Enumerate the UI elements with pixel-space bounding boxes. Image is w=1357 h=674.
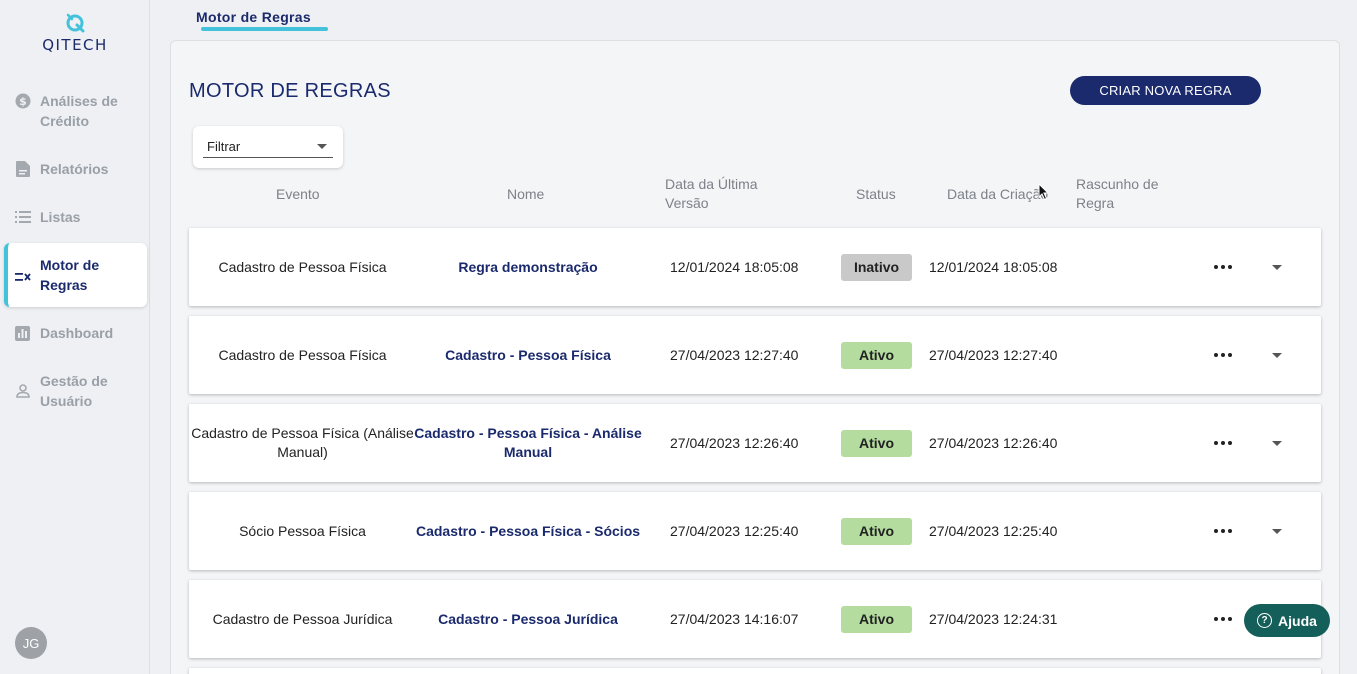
more-options-icon[interactable] [1211, 404, 1235, 482]
status-cell: Ativo [841, 492, 912, 570]
sidebar-item-label: Listas [40, 209, 81, 225]
name-cell[interactable]: Cadastro - Pessoa Jurídica [403, 580, 653, 658]
event-cell: Cadastro de Pessoa Física [218, 346, 387, 363]
event-cell: Cadastro de Pessoa Jurídica [212, 610, 393, 627]
sidebar-item-motor-de-regras[interactable]: Motor de Regras [4, 243, 147, 307]
header-name[interactable]: Nome [507, 185, 544, 204]
list-icon [14, 207, 31, 227]
status-badge: Inativo [841, 253, 912, 281]
brand-name: QITECH [42, 36, 108, 54]
status-cell: Ativo [841, 580, 912, 658]
name-cell[interactable]: Cadastro - Pessoa Física [403, 316, 653, 394]
event-cell: Sócio Pessoa Física [239, 522, 366, 539]
name-cell[interactable]: Cadastro - Pessoa Física - Análise Manua… [403, 404, 653, 482]
last-version-cell: 27/04/2023 12:26:40 [670, 434, 799, 451]
table-row[interactable] [189, 668, 1321, 674]
sidebar-item-label: Gestão de Usuário [40, 373, 108, 409]
header-status[interactable]: Status [856, 185, 896, 204]
rules-icon [14, 267, 31, 287]
expand-chevron-icon[interactable] [1269, 228, 1285, 306]
report-icon [14, 159, 31, 179]
status-cell: Inativo [841, 228, 912, 306]
table-row[interactable]: Sócio Pessoa Física Cadastro - Pessoa Fí… [189, 492, 1321, 570]
header-draft[interactable]: Rascunho de Regra [1076, 175, 1186, 213]
created-cell: 12/01/2024 18:05:08 [929, 258, 1058, 275]
more-options-icon[interactable] [1211, 228, 1235, 306]
name-cell[interactable]: Regra demonstração [403, 228, 653, 306]
status-badge: Ativo [841, 429, 912, 457]
status-badge: Ativo [841, 517, 912, 545]
sidebar-item-dashboard[interactable]: Dashboard [4, 323, 147, 343]
created-cell: 27/04/2023 12:27:40 [929, 346, 1058, 363]
table-row[interactable]: Cadastro de Pessoa Física Cadastro - Pes… [189, 316, 1321, 394]
expand-chevron-icon[interactable] [1269, 404, 1285, 482]
last-version-cell: 27/04/2023 14:16:07 [670, 610, 799, 627]
dollar-circle-icon: $ [14, 91, 31, 111]
last-version-cell: 12/01/2024 18:05:08 [670, 258, 799, 275]
expand-chevron-icon[interactable] [1269, 492, 1285, 570]
last-version-cell: 27/04/2023 12:27:40 [670, 346, 799, 363]
avatar[interactable]: JG [15, 627, 47, 659]
chevron-down-icon [317, 144, 327, 149]
sidebar-item-label: Motor de Regras [40, 257, 100, 293]
name-cell[interactable]: Cadastro - Pessoa Física - Sócios [403, 492, 653, 570]
sidebar: QITECH $ Análises de Crédito Relatórios … [0, 0, 150, 674]
help-label: Ajuda [1278, 612, 1317, 629]
sidebar-item-listas[interactable]: Listas [4, 207, 147, 227]
last-version-cell: 27/04/2023 12:25:40 [670, 522, 799, 539]
more-options-icon[interactable] [1211, 580, 1235, 658]
created-cell: 27/04/2023 12:24:31 [929, 610, 1058, 627]
status-badge: Ativo [841, 341, 912, 369]
qitech-logo-icon [66, 13, 85, 33]
sidebar-item-label: Relatórios [40, 161, 109, 177]
brand-logo[interactable]: QITECH [30, 12, 120, 54]
bar-chart-icon [14, 323, 31, 343]
svg-text:$: $ [19, 95, 27, 108]
sidebar-item-gestao-usuario[interactable]: Gestão de Usuário [4, 371, 147, 411]
status-cell: Ativo [841, 316, 912, 394]
more-options-icon[interactable] [1211, 316, 1235, 394]
tab-motor-de-regras[interactable]: Motor de Regras [196, 9, 311, 25]
header-created[interactable]: Data da Criação [947, 185, 1048, 204]
sidebar-item-label: Análises de Crédito [40, 93, 118, 129]
header-last-version[interactable]: Data da Última Versão [665, 175, 785, 213]
help-button[interactable]: ? Ajuda [1244, 604, 1330, 637]
header-event[interactable]: Evento [276, 185, 320, 204]
page-title: MOTOR DE REGRAS [189, 80, 391, 102]
filter-select[interactable]: Filtrar [203, 138, 333, 158]
table-row[interactable]: Cadastro de Pessoa Física Regra demonstr… [189, 228, 1321, 306]
table-row[interactable]: Cadastro de Pessoa Jurídica Cadastro - P… [189, 580, 1321, 658]
status-cell: Ativo [841, 404, 912, 482]
sidebar-item-relatorios[interactable]: Relatórios [4, 159, 147, 179]
created-cell: 27/04/2023 12:26:40 [929, 434, 1058, 451]
tab-indicator [201, 27, 328, 31]
sidebar-item-analises[interactable]: $ Análises de Crédito [4, 91, 147, 131]
filter-container: Filtrar [193, 126, 343, 168]
table-row[interactable]: Cadastro de Pessoa Física (Análise Manua… [189, 404, 1321, 482]
more-options-icon[interactable] [1211, 492, 1235, 570]
filter-value: Filtrar [207, 139, 241, 154]
create-rule-button[interactable]: CRIAR NOVA REGRA [1070, 76, 1261, 105]
help-icon: ? [1257, 613, 1273, 628]
created-cell: 27/04/2023 12:25:40 [929, 522, 1058, 539]
user-icon [14, 381, 31, 401]
sidebar-item-label: Dashboard [40, 325, 114, 341]
event-cell: Cadastro de Pessoa Física [218, 258, 387, 275]
status-badge: Ativo [841, 605, 912, 633]
mouse-cursor-icon [1038, 183, 1050, 201]
event-cell: Cadastro de Pessoa Física (Análise Manua… [191, 425, 414, 460]
expand-chevron-icon[interactable] [1269, 316, 1285, 394]
